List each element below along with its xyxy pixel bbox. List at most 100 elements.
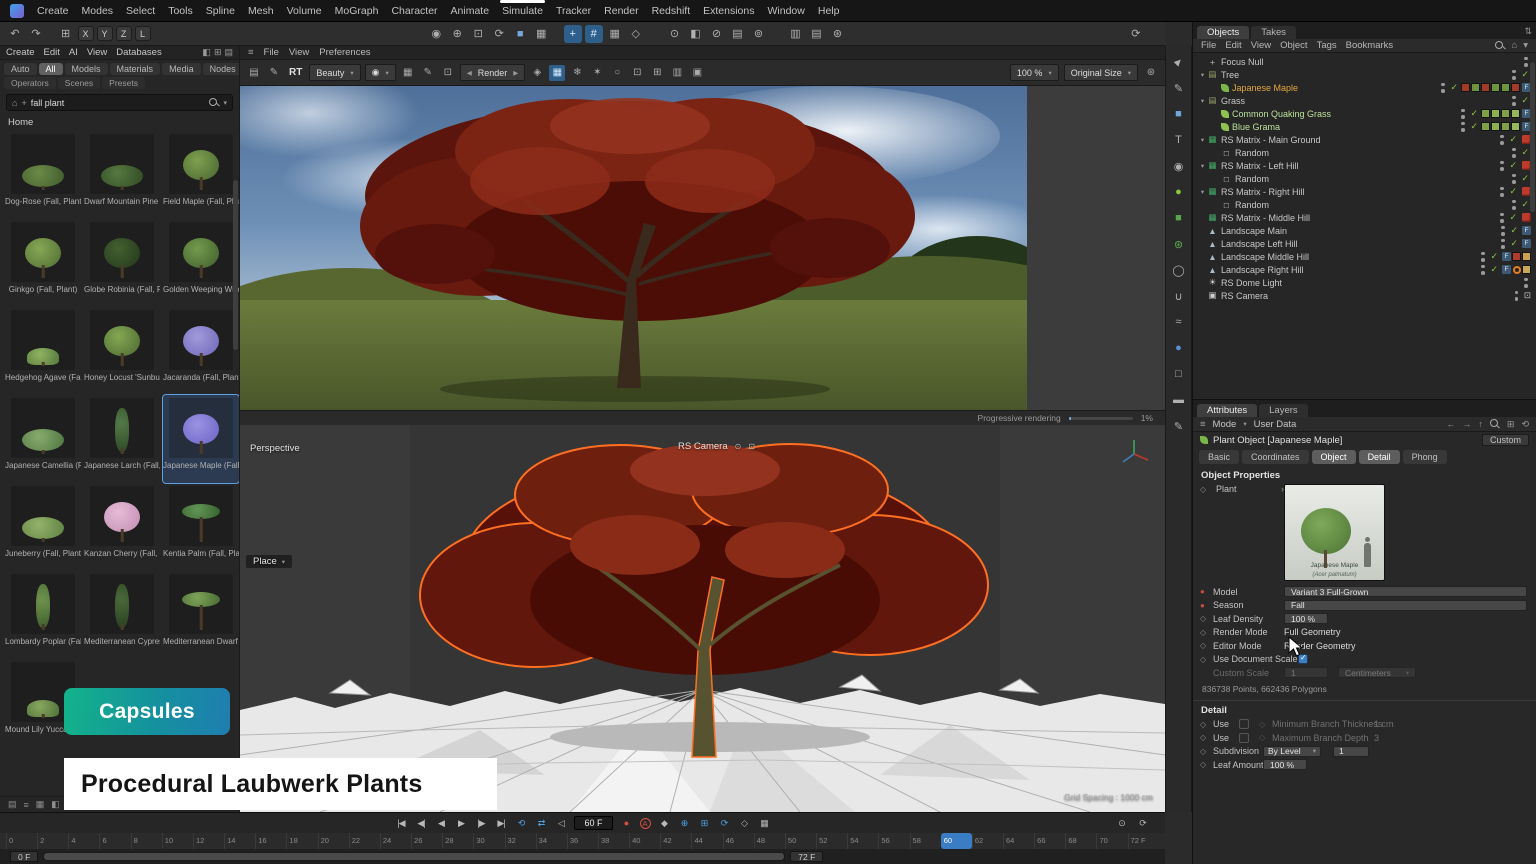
ruler-frame-46[interactable]: 46 xyxy=(723,833,754,849)
material-swatch[interactable] xyxy=(1501,83,1510,92)
enabled-check[interactable]: ✓ xyxy=(1490,251,1498,262)
pen-icon[interactable]: ✎ xyxy=(420,65,436,81)
expand-caret[interactable]: ▾ xyxy=(1198,188,1207,196)
enabled-check[interactable]: ✓ xyxy=(1509,186,1517,197)
asset-item-jacaranda-fall-plant[interactable]: Jacaranda (Fall, Plant) xyxy=(163,307,239,395)
objects-tab-objects[interactable]: Objects xyxy=(1197,26,1249,39)
object-row-rs-matrix-main-ground[interactable]: ▾▦RS Matrix - Main Ground✓ xyxy=(1193,133,1536,146)
dropdown-subdivision[interactable]: By Level▾ xyxy=(1263,746,1321,757)
menu-tracker[interactable]: Tracker xyxy=(556,5,591,17)
grid-overlay-icon[interactable]: ▦ xyxy=(549,65,565,81)
objects-menu-bookmarks[interactable]: Bookmarks xyxy=(1346,40,1394,51)
render-nav-box[interactable]: ◀Render▶ xyxy=(460,64,526,81)
filter-icon[interactable]: ◧ xyxy=(51,799,60,810)
pla-record-icon[interactable]: ▦ xyxy=(758,818,771,829)
asset-tab-auto[interactable]: Auto xyxy=(4,63,37,75)
objects-search-icon[interactable] xyxy=(1495,41,1505,51)
film-icon[interactable]: ▥ xyxy=(669,65,685,81)
object-row-common-quaking-grass[interactable]: Common Quaking Grass✓F xyxy=(1193,107,1536,120)
ring-tag[interactable] xyxy=(1513,266,1521,274)
viewport-menu-file[interactable]: File xyxy=(264,47,279,58)
expand-caret[interactable]: ▾ xyxy=(1198,162,1207,170)
visibility-dots[interactable] xyxy=(1515,291,1519,301)
ruler-frame-66[interactable]: 66 xyxy=(1034,833,1065,849)
field-leaf-amount[interactable]: 100 % xyxy=(1263,759,1307,770)
snap-toggle-icon[interactable]: + xyxy=(564,25,582,43)
spline-icon[interactable]: ◉ xyxy=(1170,158,1187,174)
enabled-check[interactable]: ✓ xyxy=(1509,134,1517,145)
enabled-check[interactable]: ✓ xyxy=(1521,147,1529,158)
asset-menu-edit[interactable]: Edit xyxy=(44,47,60,58)
ruler-frame-54[interactable]: 54 xyxy=(847,833,878,849)
object-row-landscape-right-hill[interactable]: ▲Landscape Right Hill✓F xyxy=(1193,263,1536,276)
asset-item-honey-locust-sunbur[interactable]: Honey Locust 'Sunbur... xyxy=(84,307,160,395)
camera-lock-icon[interactable]: ⊙ xyxy=(735,442,742,451)
material-swatch[interactable] xyxy=(1511,109,1520,118)
hamburger-icon[interactable]: ≡ xyxy=(248,47,254,58)
guide-circle-icon[interactable]: ◯ xyxy=(1170,262,1187,278)
sphere-tool-icon[interactable]: ● xyxy=(1170,340,1187,356)
material-swatch[interactable] xyxy=(1461,83,1470,92)
menu-animate[interactable]: Animate xyxy=(451,5,490,17)
menu-select[interactable]: Select xyxy=(126,5,155,17)
visibility-dots[interactable] xyxy=(1461,109,1465,119)
visibility-dots[interactable] xyxy=(1481,265,1485,275)
material-swatch[interactable] xyxy=(1491,109,1500,118)
panel-layout-icon[interactable]: ◧ xyxy=(202,47,211,58)
visibility-dots[interactable] xyxy=(1501,226,1505,236)
keyframe-dot[interactable]: ● xyxy=(1200,601,1213,610)
user-data-label[interactable]: User Data xyxy=(1254,419,1297,430)
asset-item-mediterranean-dwarf[interactable]: Mediterranean Dwarf ... xyxy=(163,571,239,659)
magnet-icon[interactable]: ∪ xyxy=(1170,288,1187,304)
objects-menu-edit[interactable]: Edit xyxy=(1225,40,1241,51)
camera-target-tag[interactable]: ⊡ xyxy=(1524,290,1531,301)
info-view-icon[interactable]: ▤ xyxy=(8,799,17,810)
coord-system-button[interactable]: L xyxy=(135,26,151,41)
ruler-frame-68[interactable]: 68 xyxy=(1065,833,1096,849)
ruler-frame-38[interactable]: 38 xyxy=(598,833,629,849)
keyframe-button[interactable]: ◆ xyxy=(658,818,671,829)
visibility-dots[interactable] xyxy=(1500,187,1504,197)
attr-search-icon[interactable] xyxy=(1490,419,1500,429)
field-subdivision[interactable]: 1 xyxy=(1333,746,1369,757)
crop-icon[interactable]: ⊡ xyxy=(440,65,456,81)
circle-select-icon[interactable]: ○ xyxy=(609,65,625,81)
prev-frame-button[interactable]: ◀ xyxy=(434,818,447,829)
menu-mograph[interactable]: MoGraph xyxy=(335,5,379,17)
render-picture-viewer-button[interactable]: ▤ xyxy=(807,25,825,43)
lock-icon[interactable]: ◈ xyxy=(529,65,545,81)
objects-menu-file[interactable]: File xyxy=(1201,40,1216,51)
object-row-rs-matrix-right-hill[interactable]: ▾▦RS Matrix - Right Hill✓ xyxy=(1193,185,1536,198)
object-row-landscape-left-hill[interactable]: ▲Landscape Left Hill✓F xyxy=(1193,237,1536,250)
range-track[interactable] xyxy=(43,852,785,861)
size-dropdown[interactable]: Original Size▾ xyxy=(1064,64,1138,81)
redo-icon[interactable]: ↷ xyxy=(27,25,45,43)
anim-dot[interactable]: ◇ xyxy=(1200,760,1213,769)
panel-split-icon[interactable]: ⊞ xyxy=(214,47,222,58)
material-swatch[interactable] xyxy=(1501,122,1510,131)
move-tool-icon[interactable]: ⊕ xyxy=(448,25,466,43)
search-icon[interactable] xyxy=(209,98,219,108)
visibility-dots[interactable] xyxy=(1512,96,1516,106)
visibility-dots[interactable] xyxy=(1524,278,1528,288)
enabled-check[interactable]: ✓ xyxy=(1521,95,1529,106)
grid-snap-icon[interactable]: ▦ xyxy=(606,25,624,43)
keyframe-dot[interactable]: ● xyxy=(1200,587,1213,596)
sync-icon[interactable]: ⟳ xyxy=(1127,25,1145,43)
tag-badge[interactable]: F xyxy=(1502,252,1511,261)
anim-dot[interactable]: ◇ xyxy=(1200,641,1213,650)
menu-help[interactable]: Help xyxy=(818,5,840,17)
model-mode-icon[interactable]: ■ xyxy=(511,25,529,43)
text-tool-icon[interactable]: T xyxy=(1170,132,1187,148)
objects-menu-object[interactable]: Object xyxy=(1280,40,1307,51)
monitor-icon[interactable]: ▬ xyxy=(1170,392,1187,408)
ruler-frame-24[interactable]: 24 xyxy=(380,833,411,849)
asset-scrollbar[interactable] xyxy=(233,180,238,350)
ruler-frame-14[interactable]: 14 xyxy=(224,833,255,849)
ipr-icon[interactable]: ▣ xyxy=(689,65,705,81)
y-axis-button[interactable]: Y xyxy=(97,26,113,41)
material-swatch[interactable] xyxy=(1491,122,1500,131)
asset-item-japanese-maple-fall[interactable]: Japanese Maple (Fall, ... xyxy=(163,395,239,483)
expand-caret[interactable]: ▾ xyxy=(1198,97,1207,105)
asset-subtab-operators[interactable]: Operators xyxy=(4,77,56,89)
